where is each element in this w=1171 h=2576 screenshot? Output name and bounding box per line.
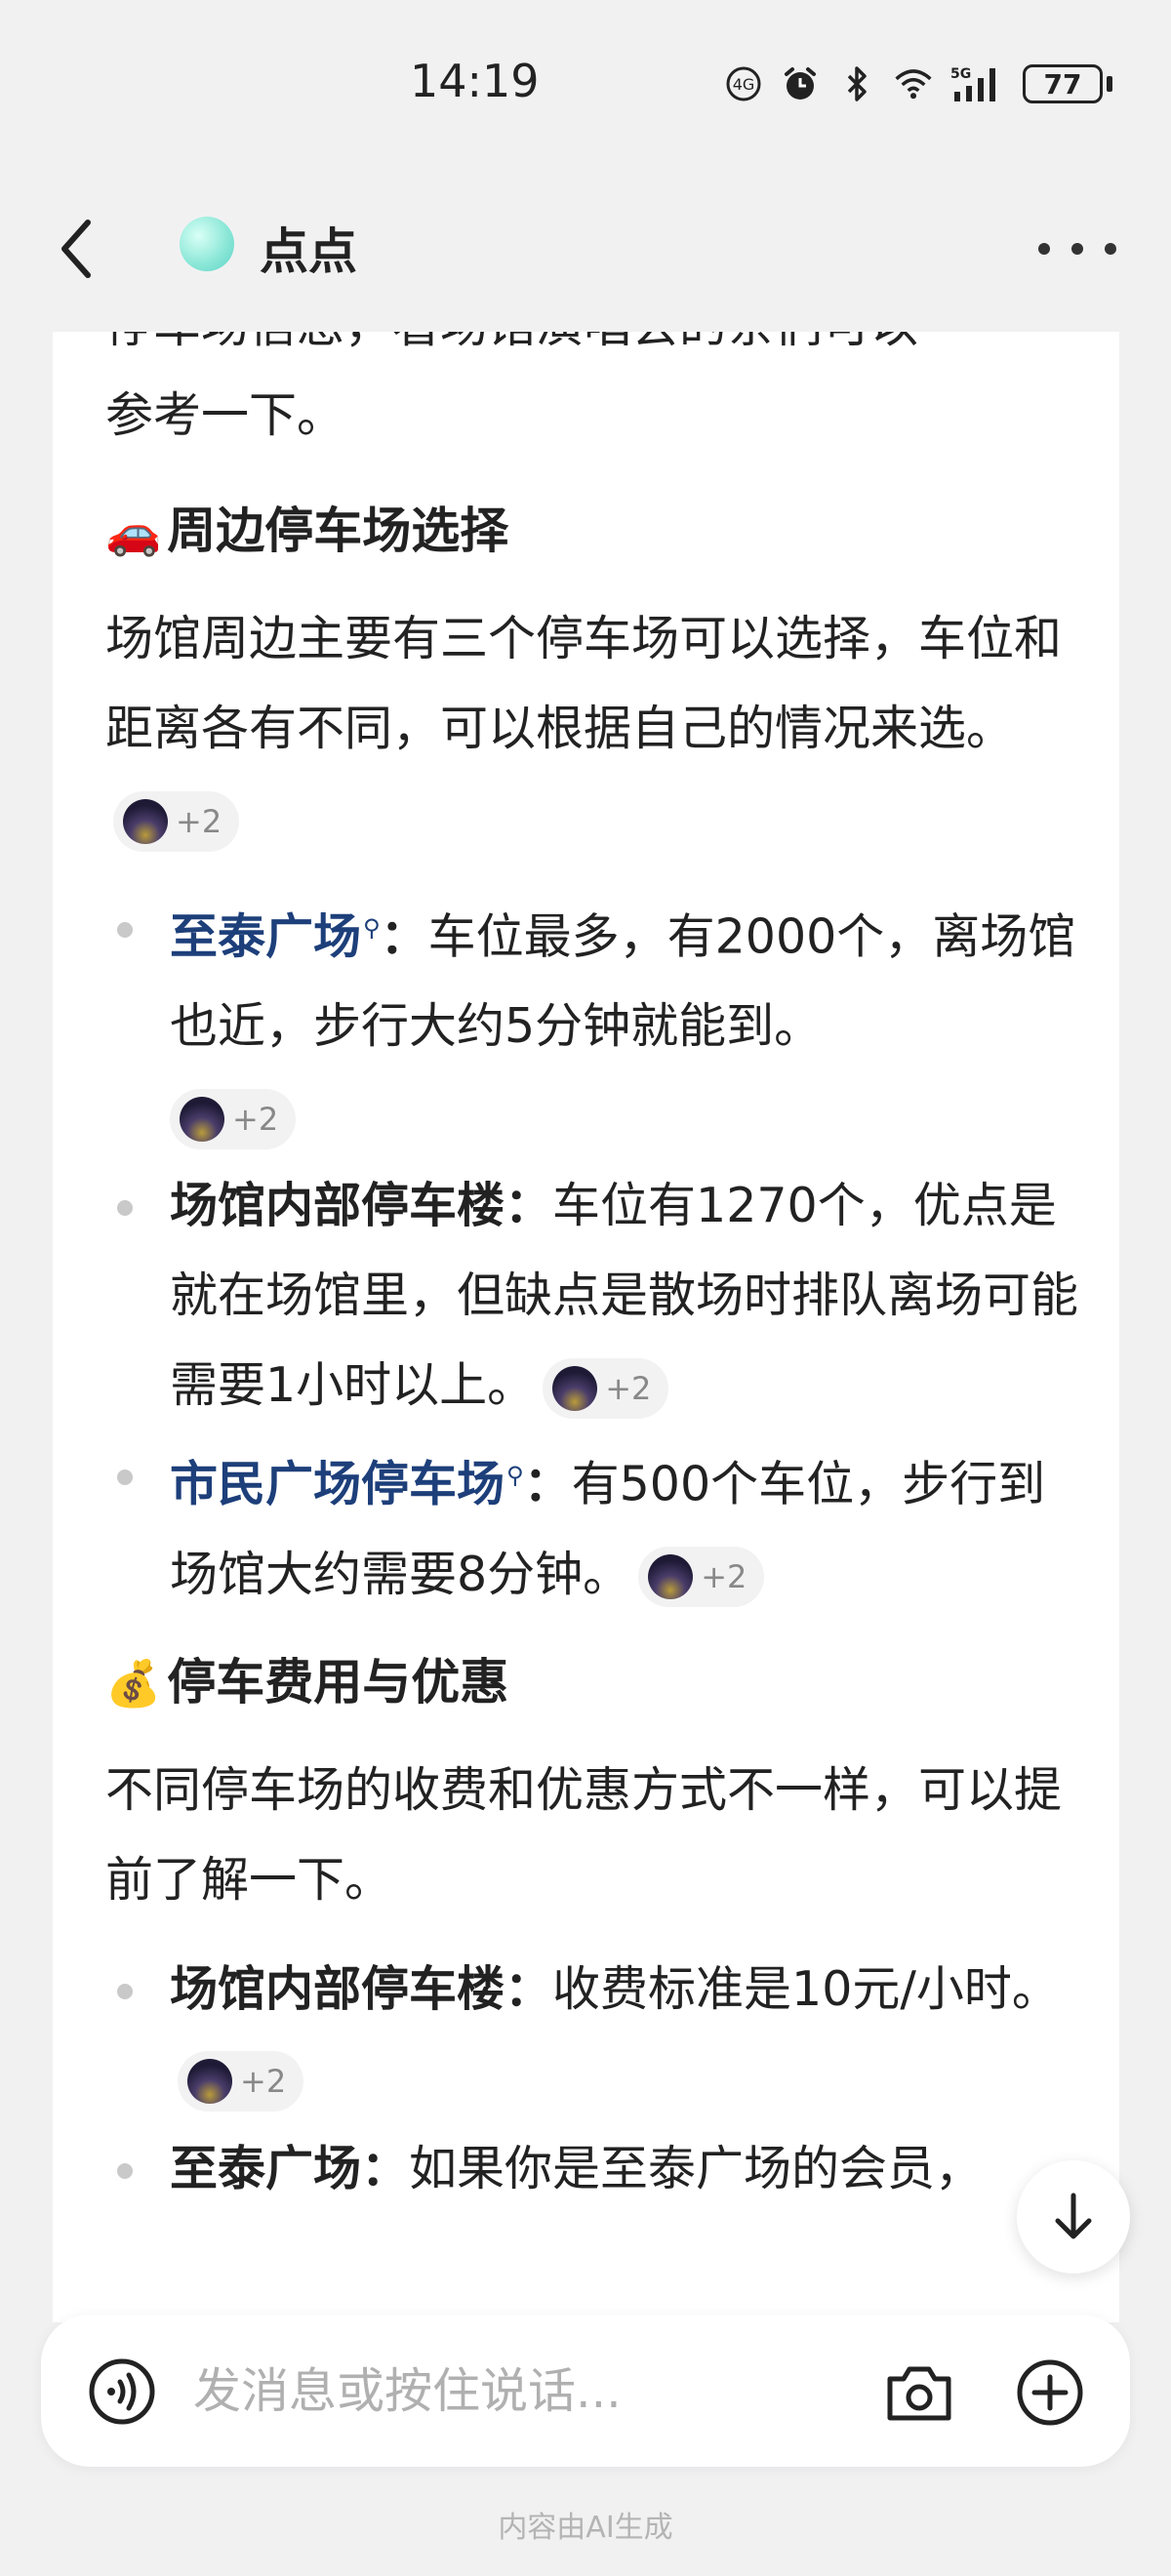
chat-header: 点点 (0, 176, 1171, 332)
message-input-bar (41, 2314, 1130, 2467)
item-text: 收费标准是10元/小时。 (552, 1960, 1060, 2017)
citation-thumbnail (187, 2059, 232, 2105)
back-button[interactable] (37, 210, 115, 288)
section-title: 周边停车场选择 (167, 503, 509, 559)
voice-button[interactable] (88, 2357, 156, 2426)
more-button[interactable] (1038, 224, 1116, 273)
citation-thumbnail (123, 798, 168, 844)
list-item: 市民广场停车场⚲：有500个车位，步行到场馆大约需要8分钟。 +2 (105, 1430, 1081, 1619)
section-heading-fees: 💰 停车费用与优惠 (105, 1637, 1081, 1728)
citation-chip[interactable]: +2 (178, 2051, 304, 2113)
citation-chip[interactable]: +2 (113, 790, 240, 852)
citation-chip[interactable]: +2 (170, 1088, 297, 1149)
list-item: 场馆内部停车楼：收费标准是10元/小时。 +2 (105, 1945, 1081, 2124)
back-chevron-icon (61, 220, 91, 278)
camera-button[interactable] (880, 2354, 958, 2432)
citation-thumbnail (648, 1554, 694, 1600)
message-content: 停车场信息，看场馆演唱会的亲们可以 参考一下。 🚗周边停车场选择 场馆周边主要有… (105, 332, 1081, 2214)
parking-list: 至泰广场⚲：车位最多，有2000个，离场馆也近，步行大约5分钟就能到。 +2 场馆… (105, 883, 1081, 1620)
section-heading-parking: 🚗 周边停车场选择 (105, 486, 1081, 577)
search-icon[interactable]: ⚲ (363, 914, 381, 942)
svg-text:4G: 4G (733, 75, 755, 94)
citation-thumbnail (180, 1096, 224, 1142)
paragraph-text: 场馆周边主要有三个停车场可以选择，车位和距离各有不同，可以根据自己的情况来选。 (105, 611, 1063, 756)
status-time: 14:19 (410, 55, 540, 107)
wifi-icon (894, 64, 933, 103)
5g-signal-icon: 5G (950, 64, 1005, 103)
item-name: 至泰广场 (170, 2140, 362, 2196)
search-icon[interactable]: ⚲ (506, 1462, 524, 1489)
arrow-down-icon (1055, 2193, 1092, 2239)
list-item: 至泰广场：如果你是至泰广场的会员， (105, 2124, 1081, 2214)
more-dots-icon (1038, 243, 1050, 255)
item-text: 如果你是至泰广场的会员， (409, 2140, 984, 2196)
section-paragraph: 场馆周边主要有三个停车场可以选择，车位和距离各有不同，可以根据自己的情况来选。 +… (105, 594, 1081, 864)
fees-list: 场馆内部停车楼：收费标准是10元/小时。 +2 至泰广场：如果你是至泰广场的会员， (105, 1945, 1081, 2214)
entity-link[interactable]: 市民广场停车场 (170, 1457, 505, 1512)
citation-count: +2 (232, 1100, 279, 1138)
intro-fragment: 停车场信息，看场馆演唱会的亲们可以 (105, 332, 1081, 371)
item-name: 场馆内部停车楼 (170, 1960, 505, 2017)
plus-circle-icon (1017, 2359, 1083, 2426)
citation-chip[interactable]: +2 (638, 1547, 765, 1608)
item-colon: ： (505, 1960, 553, 2017)
list-item: 场馆内部停车楼：车位有1270个，优点是就在场馆里，但缺点是散场时排队离场可能需… (105, 1161, 1081, 1430)
list-item: 至泰广场⚲：车位最多，有2000个，离场馆也近，步行大约5分钟就能到。 +2 (105, 883, 1081, 1161)
hd-call-icon: 4G (724, 64, 763, 103)
citation-count: +2 (605, 1369, 652, 1407)
battery-level: 77 (1023, 64, 1103, 103)
item-colon: ： (380, 908, 428, 965)
status-icons: 4G 5G 77 (724, 60, 1112, 107)
voice-wave-icon (89, 2358, 155, 2425)
item-name: 场馆内部停车楼 (170, 1178, 505, 1234)
plus-button[interactable] (1011, 2354, 1089, 2432)
item-colon: ： (505, 1178, 553, 1234)
battery-indicator: 77 (1023, 64, 1112, 103)
section-title: 停车费用与优惠 (167, 1653, 509, 1711)
message-input[interactable] (193, 2354, 876, 2428)
citation-count: +2 (701, 1558, 747, 1596)
car-icon: 🚗 (105, 505, 162, 558)
bluetooth-icon (837, 64, 876, 103)
item-colon: ： (361, 2140, 410, 2196)
ai-message-card: 停车场信息，看场馆演唱会的亲们可以 参考一下。 🚗周边停车场选择 场馆周边主要有… (53, 332, 1119, 2322)
citation-count: +2 (176, 802, 222, 840)
money-bag-icon: 💰 (105, 1656, 162, 1710)
bot-avatar[interactable] (180, 217, 234, 271)
citation-chip[interactable]: +2 (543, 1357, 669, 1419)
citation-thumbnail (552, 1365, 598, 1411)
bot-name[interactable]: 点点 (260, 213, 357, 283)
section-paragraph: 不同停车场的收费和优惠方式不一样，可以提前了解一下。 (105, 1761, 1063, 1908)
ai-generated-note: 内容由AI生成 (498, 2511, 673, 2545)
intro-end: 参考一下。 (105, 387, 345, 443)
svg-text:5G: 5G (950, 66, 971, 82)
item-colon: ： (523, 1456, 572, 1512)
battery-tip (1107, 76, 1112, 92)
status-bar: 14:19 4G 5G 77 (0, 0, 1171, 176)
citation-count: +2 (240, 2063, 287, 2101)
entity-link[interactable]: 至泰广场 (170, 908, 361, 964)
camera-icon (887, 2366, 951, 2421)
scroll-to-bottom-button[interactable] (1017, 2160, 1130, 2274)
alarm-icon (781, 64, 820, 103)
